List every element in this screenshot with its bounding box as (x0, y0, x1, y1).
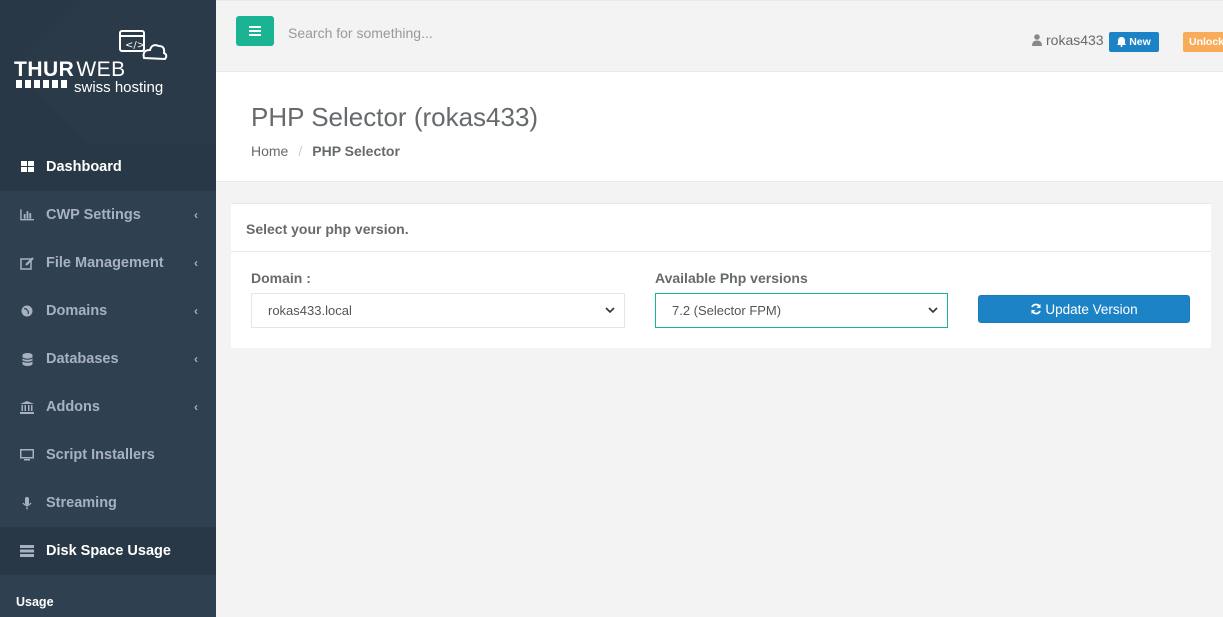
database-icon (20, 352, 34, 366)
chevron-left-icon: ‹ (194, 304, 198, 318)
search-input[interactable] (288, 19, 688, 47)
user-menu[interactable]: rokas433 (1032, 32, 1104, 48)
chevron-left-icon: ‹ (194, 208, 198, 222)
sidebar-item-label: CWP Settings (46, 207, 141, 223)
brand-tagline: swiss hosting (74, 79, 164, 96)
sidebar-item-label: Addons (46, 399, 100, 415)
domain-select[interactable]: rokas433.local (251, 293, 625, 328)
chevron-left-icon: ‹ (194, 256, 198, 270)
php-versions-label: Available Php versions (655, 270, 808, 286)
breadcrumb-home-link[interactable]: Home (251, 143, 288, 159)
sidebar-item-domains[interactable]: Domains ‹ (0, 287, 216, 335)
globe-icon (20, 304, 34, 318)
php-version-select[interactable]: 7.2 (Selector FPM) (655, 293, 948, 328)
page-title: PHP Selector (rokas433) (251, 102, 539, 132)
menu-toggle-button[interactable] (236, 16, 274, 46)
sidebar-item-label: Dashboard (46, 159, 122, 175)
unlock-badge[interactable]: Unlock (1183, 32, 1223, 52)
brand-stripes (16, 80, 76, 90)
sidebar-item-disk-space-usage[interactable]: Disk Space Usage (0, 527, 216, 575)
sidebar-item-label: File Management (46, 255, 164, 271)
panel-header: Select your php version. (231, 204, 1211, 252)
user-icon (1032, 34, 1042, 46)
sidebar-nav: Dashboard CWP Settings ‹ File Management… (0, 143, 216, 575)
sidebar-item-label: Databases (46, 351, 119, 367)
panel-title: Select your php version. (246, 221, 409, 237)
notifications-new-badge[interactable]: New (1109, 32, 1159, 52)
unlock-badge-label: Unlock (1189, 36, 1223, 48)
sidebar-item-addons[interactable]: Addons ‹ (0, 383, 216, 431)
sidebar-item-databases[interactable]: Databases ‹ (0, 335, 216, 383)
username: rokas433 (1046, 32, 1104, 48)
logo-area: </> THURWEB swiss hosting (0, 0, 216, 143)
bar-chart-icon (20, 208, 34, 222)
usage-label: Usage (16, 595, 54, 609)
bank-icon (20, 400, 34, 414)
sidebar-item-dashboard[interactable]: Dashboard (0, 143, 216, 191)
microphone-icon (20, 496, 34, 510)
sidebar: </> THURWEB swiss hosting Dashboard CWP … (0, 0, 216, 617)
breadcrumb-current: PHP Selector (312, 143, 400, 159)
page-heading: PHP Selector (rokas433) Home / PHP Selec… (216, 72, 1223, 182)
edit-icon (20, 256, 34, 270)
svg-text:</>: </> (125, 40, 145, 51)
brand-name-bold: THUR (14, 58, 75, 81)
refresh-icon (1031, 303, 1042, 315)
update-version-button[interactable]: Update Version (978, 295, 1190, 323)
topbar: rokas433 New Unlock (216, 0, 1223, 72)
php-version-select-value: 7.2 (Selector FPM) (672, 303, 782, 318)
chevron-down-icon (928, 307, 938, 314)
sidebar-item-cwp-settings[interactable]: CWP Settings ‹ (0, 191, 216, 239)
sidebar-item-file-management[interactable]: File Management ‹ (0, 239, 216, 287)
php-selector-panel: Select your php version. Domain : rokas4… (231, 203, 1211, 348)
chevron-left-icon: ‹ (194, 400, 198, 414)
breadcrumb: Home / PHP Selector (251, 143, 400, 159)
domain-select-value: rokas433.local (268, 303, 352, 318)
sidebar-item-label: Script Installers (46, 447, 155, 463)
sidebar-item-streaming[interactable]: Streaming (0, 479, 216, 527)
hamburger-icon (249, 26, 261, 36)
sidebar-item-label: Disk Space Usage (46, 543, 171, 559)
chevron-left-icon: ‹ (194, 352, 198, 366)
domain-label: Domain : (251, 270, 311, 286)
sidebar-usage-section: Usage (0, 575, 216, 617)
breadcrumb-separator: / (298, 143, 303, 159)
brand-name-light: WEB (76, 58, 126, 81)
server-icon (20, 544, 34, 558)
monitor-icon (20, 448, 34, 462)
bell-icon (1117, 37, 1127, 47)
sidebar-item-label: Streaming (46, 495, 117, 511)
sidebar-item-label: Domains (46, 303, 108, 319)
update-version-label: Update Version (1045, 301, 1138, 317)
sidebar-item-script-installers[interactable]: Script Installers (0, 431, 216, 479)
chevron-down-icon (605, 307, 615, 314)
new-badge-label: New (1129, 36, 1151, 48)
grid-icon (20, 160, 34, 174)
